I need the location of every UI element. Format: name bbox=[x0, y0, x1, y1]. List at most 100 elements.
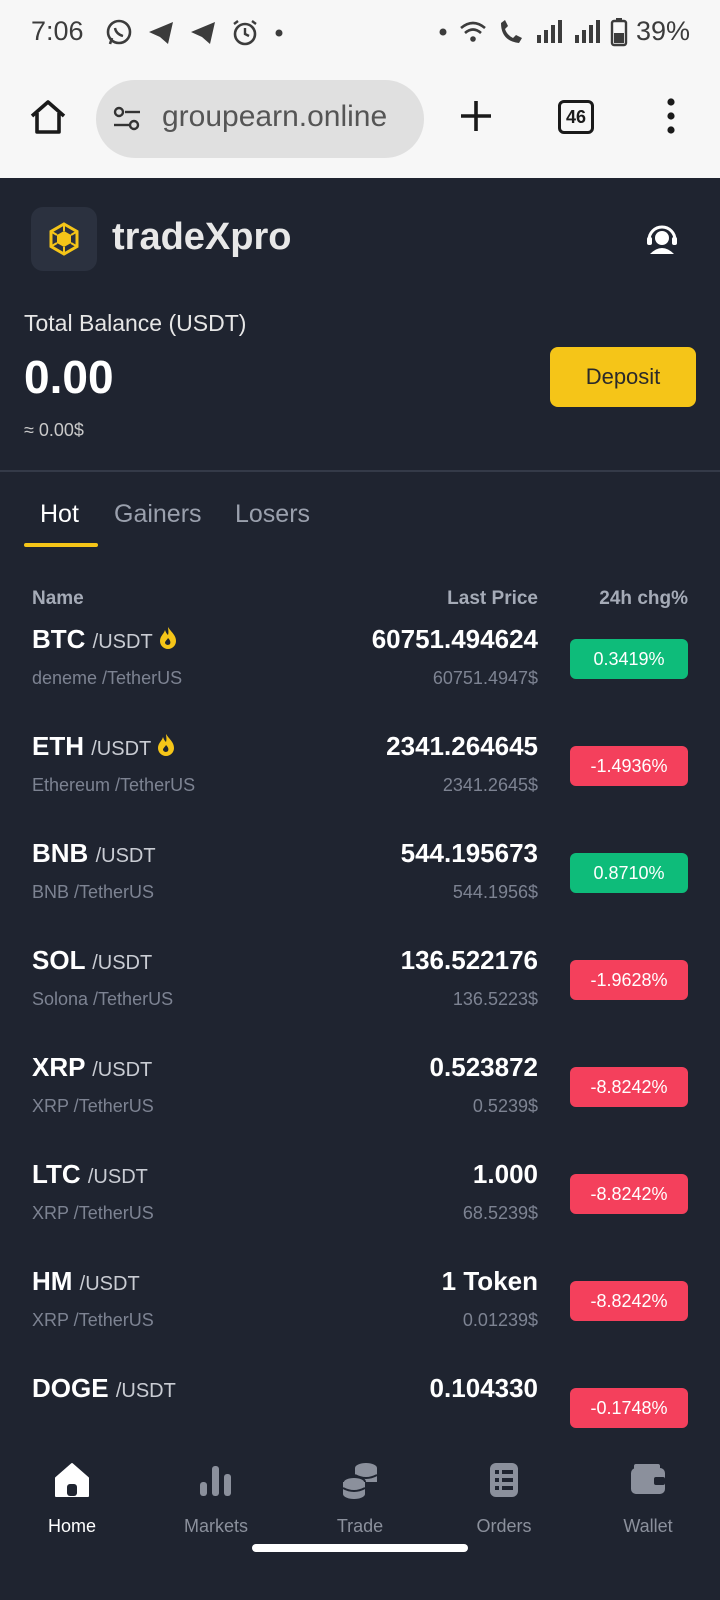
symbol: LTC /USDT bbox=[32, 1159, 148, 1190]
browser-toolbar: groupearn.online 46 bbox=[0, 66, 720, 178]
change-badge: -8.8242% bbox=[570, 1067, 688, 1107]
pair-text: /USDT bbox=[87, 1166, 148, 1188]
site-settings-icon[interactable] bbox=[112, 104, 142, 134]
coins-icon bbox=[342, 1463, 378, 1499]
signal-icon bbox=[574, 19, 600, 43]
pair-text: /USDT bbox=[92, 1059, 153, 1081]
orders-list-icon bbox=[490, 1463, 518, 1497]
support-icon[interactable] bbox=[644, 220, 680, 258]
new-tab-icon[interactable] bbox=[458, 98, 494, 134]
last-price: 60751.494624 bbox=[371, 624, 538, 654]
tab-switcher-button[interactable]: 46 bbox=[558, 100, 594, 134]
pair-text: /USDT bbox=[79, 1273, 140, 1295]
last-price: 0.104330 bbox=[429, 1373, 538, 1403]
nav-orders[interactable]: Orders bbox=[432, 1428, 576, 1548]
nav-wallet[interactable]: Wallet bbox=[576, 1428, 720, 1548]
change-badge: 0.8710% bbox=[570, 853, 688, 893]
tab-active-indicator bbox=[24, 543, 98, 547]
gesture-home-indicator[interactable] bbox=[252, 1544, 468, 1552]
nav-label: Wallet bbox=[623, 1516, 673, 1536]
last-price: 1 Token bbox=[441, 1266, 538, 1296]
coin-subtitle: deneme /TetherUS bbox=[32, 668, 183, 688]
change-badge: 0.3419% bbox=[570, 639, 688, 679]
nav-label: Trade bbox=[336, 1516, 384, 1536]
coin-subtitle: XRP /TetherUS bbox=[32, 1203, 154, 1223]
price-usd: 136.5223$ bbox=[452, 989, 538, 1009]
market-row-bnb[interactable]: BNB /USDT BNB /TetherUS 544.195673 544.1… bbox=[0, 832, 720, 939]
pair-text: /USDT bbox=[92, 952, 153, 974]
market-row-eth[interactable]: ETH /USDT Ethereum /TetherUS 2341.264645… bbox=[0, 725, 720, 832]
battery-icon bbox=[610, 17, 628, 46]
battery-percent: 39% bbox=[635, 16, 690, 46]
symbol-text: XRP bbox=[32, 1052, 85, 1082]
change-text: -0.1748% bbox=[590, 1397, 668, 1418]
change-badge: -8.8242% bbox=[570, 1281, 688, 1321]
pair-text: /USDT bbox=[91, 738, 152, 760]
coin-subtitle: Ethereum /TetherUS bbox=[32, 775, 196, 795]
column-24h-change: 24h chg% bbox=[599, 588, 688, 609]
coin-subtitle: XRP /TetherUS bbox=[32, 1310, 154, 1330]
tab-gainers[interactable]: Gainers bbox=[114, 500, 202, 529]
coin-subtitle: XRP /TetherUS bbox=[32, 1096, 154, 1116]
symbol: BTC /USDT bbox=[32, 624, 179, 655]
telegram-icon bbox=[149, 22, 173, 44]
last-price: 544.195673 bbox=[400, 838, 538, 868]
price-usd: 2341.2645$ bbox=[442, 775, 538, 795]
tab-losers[interactable]: Losers bbox=[235, 500, 310, 529]
coin-subtitle: BNB /TetherUS bbox=[32, 882, 155, 902]
pair-text: /USDT bbox=[92, 631, 153, 653]
wallet-icon bbox=[631, 1464, 665, 1494]
telegram-icon bbox=[191, 22, 215, 44]
logo-icon bbox=[49, 222, 79, 256]
nav-home[interactable]: Home bbox=[0, 1428, 144, 1548]
market-list: BTC /USDT deneme /TetherUS 60751.494624 … bbox=[0, 618, 720, 1428]
system-icons: 39% bbox=[436, 16, 690, 47]
dot-icon bbox=[439, 28, 447, 35]
symbol-text: ETH bbox=[32, 731, 84, 761]
symbol: BNB /USDT bbox=[32, 838, 156, 869]
dot-icon bbox=[275, 29, 283, 37]
tab-hot[interactable]: Hot bbox=[40, 500, 79, 529]
status-time: 7:06 bbox=[31, 16, 84, 46]
url-text[interactable]: groupearn.online bbox=[162, 100, 416, 134]
price-usd: 68.5239$ bbox=[462, 1203, 538, 1223]
app-root: tradeXpro Total Balance (USDT) 0.00 ≈ 0.… bbox=[0, 178, 720, 1600]
status-bar: 7:06 39% bbox=[0, 0, 720, 66]
symbol-text: HM bbox=[32, 1266, 73, 1296]
last-price: 136.522176 bbox=[400, 945, 538, 975]
change-text: -8.8242% bbox=[590, 1183, 668, 1204]
overflow-menu-icon[interactable] bbox=[664, 96, 678, 136]
market-row-sol[interactable]: SOL /USDT Solona /TetherUS 136.522176 13… bbox=[0, 939, 720, 1046]
price-usd: 0.01239$ bbox=[462, 1310, 538, 1330]
home-icon[interactable] bbox=[28, 97, 68, 137]
alarm-icon bbox=[233, 20, 257, 46]
nav-markets[interactable]: Markets bbox=[144, 1428, 288, 1548]
change-text: -1.9628% bbox=[590, 969, 668, 990]
market-row-ltc[interactable]: LTC /USDT XRP /TetherUS 1.000 68.5239$ -… bbox=[0, 1153, 720, 1260]
bottom-nav: Home Markets Trade Orders Wallet bbox=[0, 1428, 720, 1600]
wifi-icon bbox=[460, 21, 486, 42]
nav-label: Markets bbox=[183, 1516, 248, 1536]
column-last-price: Last Price bbox=[447, 588, 538, 609]
market-row-btc[interactable]: BTC /USDT deneme /TetherUS 60751.494624 … bbox=[0, 618, 720, 725]
deposit-label: Deposit bbox=[585, 364, 661, 389]
symbol-text: BNB bbox=[32, 838, 89, 868]
market-row-hm[interactable]: HM /USDT XRP /TetherUS 1 Token 0.01239$ … bbox=[0, 1260, 720, 1367]
symbol-text: BTC bbox=[32, 624, 86, 654]
nav-trade[interactable]: Trade bbox=[288, 1428, 432, 1548]
fire-icon bbox=[159, 627, 176, 649]
market-row-xrp[interactable]: XRP /USDT XRP /TetherUS 0.523872 0.5239$… bbox=[0, 1046, 720, 1153]
market-row-doge[interactable]: DOGE /USDT 0.104330 -0.1748% bbox=[0, 1367, 720, 1428]
change-text: -8.8242% bbox=[590, 1290, 668, 1311]
bar-chart-icon bbox=[200, 1466, 231, 1496]
column-name: Name bbox=[32, 588, 84, 609]
notification-icons bbox=[104, 18, 286, 48]
change-badge: -8.8242% bbox=[570, 1174, 688, 1214]
deposit-button[interactable]: Deposit bbox=[550, 347, 696, 407]
whatsapp-icon bbox=[106, 19, 132, 45]
address-bar[interactable]: groupearn.online bbox=[96, 80, 424, 158]
price-usd: 544.1956$ bbox=[452, 882, 538, 902]
brand-name: tradeXpro bbox=[112, 216, 292, 258]
pair-text: /USDT bbox=[115, 1380, 176, 1402]
logo bbox=[31, 207, 97, 271]
